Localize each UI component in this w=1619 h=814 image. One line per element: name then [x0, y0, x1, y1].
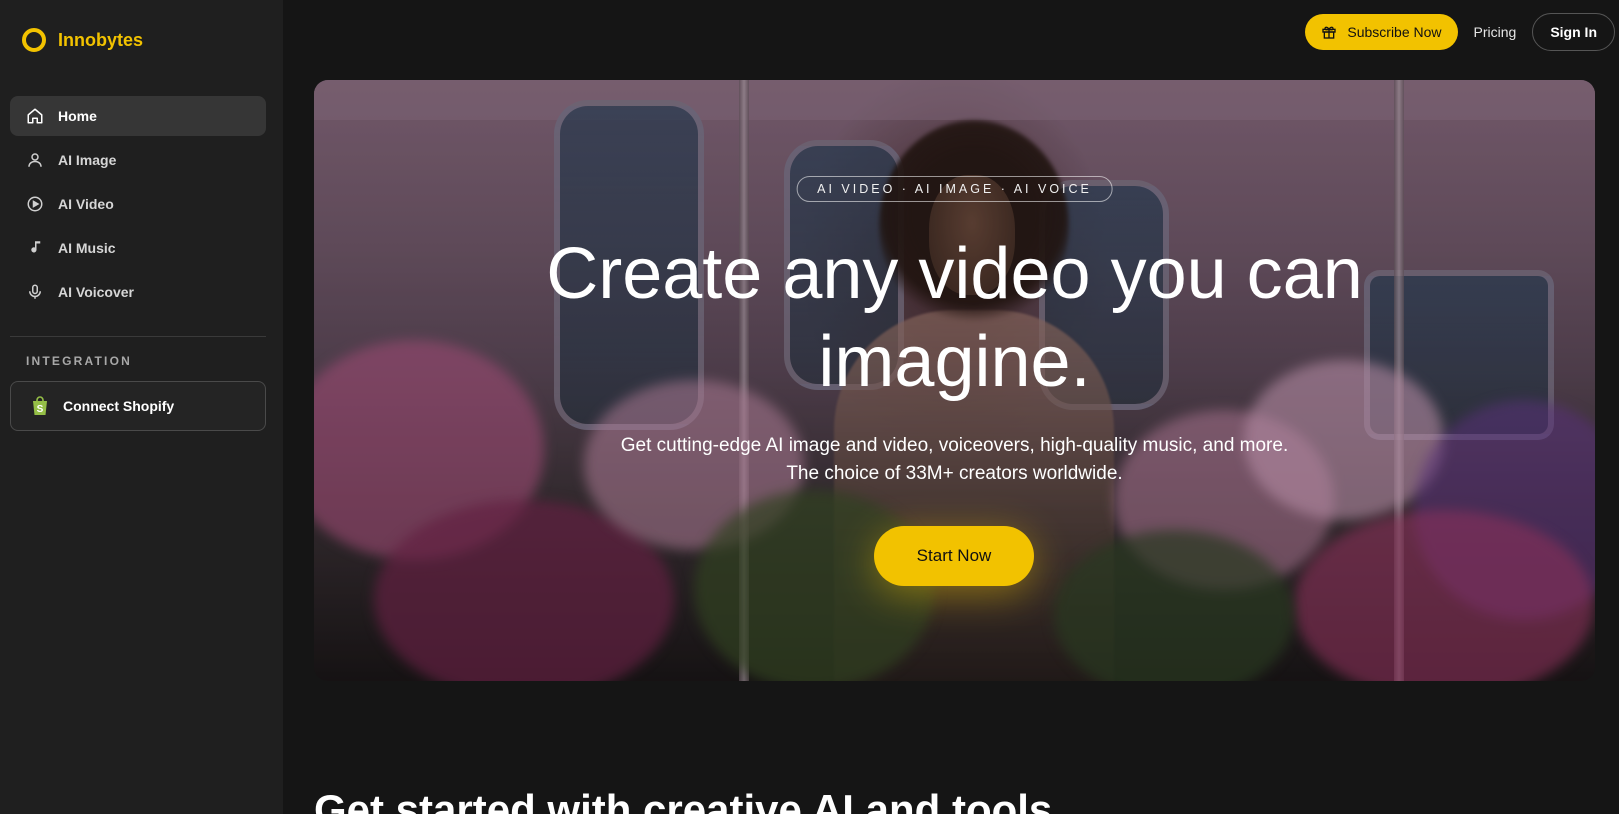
hero-banner: AI VIDEO · AI IMAGE · AI VOICE Create an…: [314, 80, 1595, 681]
pricing-link[interactable]: Pricing: [1474, 24, 1517, 40]
subscribe-button[interactable]: Subscribe Now: [1305, 14, 1458, 50]
brand[interactable]: Innobytes: [22, 28, 143, 52]
start-now-button[interactable]: Start Now: [874, 526, 1034, 586]
connect-shopify-label: Connect Shopify: [63, 398, 175, 414]
section-title: Get started with creative AI and tools: [314, 786, 1053, 814]
microphone-icon: [29, 284, 41, 299]
play-circle-icon: [27, 196, 43, 212]
sidebar: Innobytes Home AI Image AI Video AI Musi…: [0, 0, 283, 814]
hero-headline: Create any video you can imagine.: [314, 230, 1595, 406]
sidebar-item-home[interactable]: Home: [10, 96, 266, 136]
sidebar-nav: Home AI Image AI Video AI Music AI Voico…: [10, 96, 266, 316]
sidebar-item-label: AI Music: [58, 240, 116, 256]
app-root: Innobytes Home AI Image AI Video AI Musi…: [0, 0, 1619, 814]
hero-subtext-line1: Get cutting-edge AI image and video, voi…: [620, 435, 1289, 456]
connect-shopify-button[interactable]: S Connect Shopify: [10, 381, 266, 431]
sidebar-divider: [10, 336, 266, 337]
sidebar-item-ai-video[interactable]: AI Video: [10, 184, 266, 224]
hero-headline-line2: imagine.: [818, 322, 1091, 402]
topbar: Subscribe Now Pricing Sign In: [1305, 12, 1619, 52]
sidebar-item-ai-music[interactable]: AI Music: [10, 228, 266, 268]
home-icon: [27, 108, 43, 124]
sidebar-item-label: AI Video: [58, 196, 114, 212]
sidebar-item-ai-voiceover[interactable]: AI Voicover: [10, 272, 266, 312]
sidebar-item-label: AI Voicover: [58, 284, 134, 300]
subscribe-label: Subscribe Now: [1347, 24, 1442, 40]
sign-in-label: Sign In: [1550, 24, 1597, 40]
sidebar-item-label: AI Image: [58, 152, 117, 168]
sidebar-item-label: Home: [58, 108, 97, 124]
person-icon: [28, 153, 42, 167]
hero-headline-line1: Create any video you can: [546, 234, 1363, 314]
integration-label: INTEGRATION: [26, 354, 132, 368]
brand-logo-icon: [22, 28, 46, 52]
svg-text:S: S: [37, 404, 44, 415]
music-note-icon: [31, 241, 41, 253]
hero-tagline: AI VIDEO · AI IMAGE · AI VOICE: [796, 176, 1113, 202]
sidebar-item-ai-image[interactable]: AI Image: [10, 140, 266, 180]
hero-subtext-line2: The choice of 33M+ creators worldwide.: [786, 463, 1123, 484]
sign-in-button[interactable]: Sign In: [1532, 13, 1615, 51]
hero-subtext: Get cutting-edge AI image and video, voi…: [314, 432, 1595, 488]
gift-icon: [1322, 26, 1337, 39]
brand-name: Innobytes: [58, 29, 144, 50]
shopify-bag-icon: S: [33, 396, 47, 415]
